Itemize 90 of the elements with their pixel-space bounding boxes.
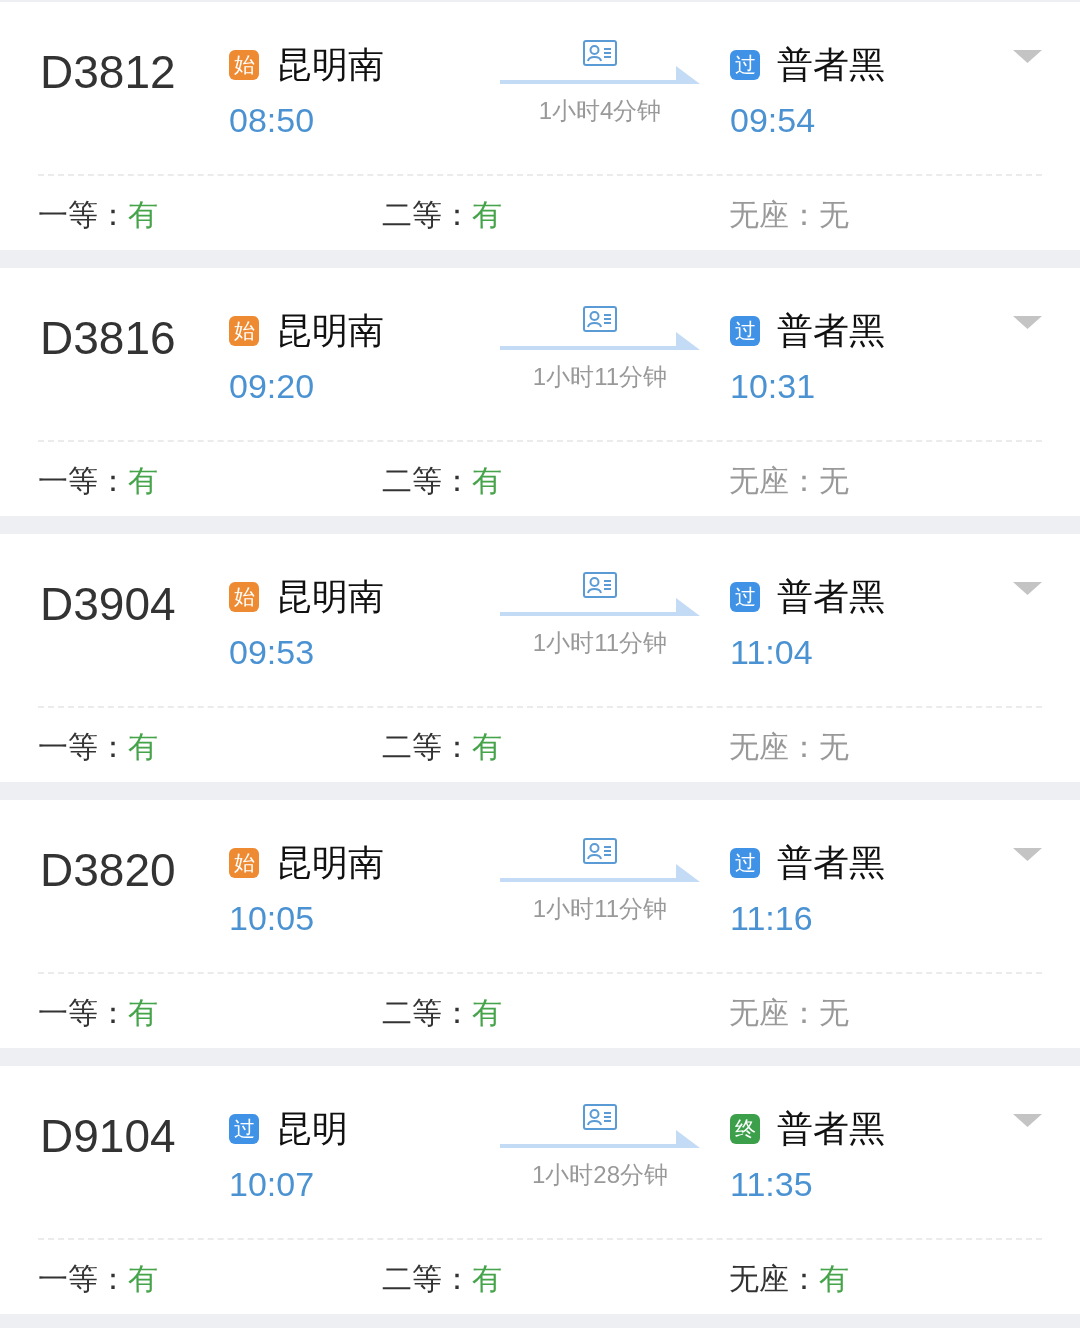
caret-icon[interactable] — [1013, 1114, 1042, 1127]
caret-icon[interactable] — [1013, 50, 1042, 63]
seat-class-label: 一等： — [38, 1261, 128, 1297]
seat-availability: 有 — [472, 995, 502, 1031]
duration-text: 1小时11分钟 — [532, 363, 668, 391]
seat-class-label: 一等： — [38, 995, 128, 1031]
seat-class-label: 无座： — [729, 463, 819, 499]
station-name: 昆明南 — [276, 311, 384, 351]
seat-class-label: 二等： — [382, 1261, 472, 1297]
arrow-icon — [500, 598, 700, 616]
train-number: D3820 — [40, 844, 176, 896]
seat-class-label: 二等： — [382, 197, 472, 233]
seat-class-label: 无座： — [729, 995, 819, 1031]
station-type-badge: 过 — [229, 1114, 259, 1144]
id-card-icon — [583, 1104, 617, 1130]
departure-time: 09:20 — [229, 366, 315, 406]
seat-class-label: 二等： — [382, 729, 472, 765]
station-name: 普者黑 — [777, 1109, 885, 1149]
caret-icon[interactable] — [1013, 582, 1042, 595]
station-type-badge: 过 — [730, 50, 760, 80]
arrival-time: 11:35 — [730, 1164, 813, 1204]
station-name: 普者黑 — [777, 843, 885, 883]
departure-time: 10:07 — [229, 1164, 315, 1204]
id-card-icon — [583, 572, 617, 598]
station-name: 昆明 — [276, 1109, 348, 1149]
station-name: 普者黑 — [777, 45, 885, 85]
train-number: D3812 — [40, 46, 176, 98]
seat-availability: 有 — [128, 463, 158, 499]
seat-class-label: 一等： — [38, 463, 128, 499]
arrow-icon — [500, 66, 700, 84]
seat-availability: 有 — [819, 1261, 849, 1297]
arrow-icon — [500, 332, 700, 350]
duration-text: 1小时11分钟 — [532, 629, 668, 657]
seat-class-label: 无座： — [729, 197, 819, 233]
arrow-icon — [500, 864, 700, 882]
seat-availability: 有 — [472, 197, 502, 233]
seat-class-label: 无座： — [729, 729, 819, 765]
seat-availability: 有 — [472, 1261, 502, 1297]
caret-icon[interactable] — [1013, 848, 1042, 861]
id-card-icon — [583, 306, 617, 332]
train-number: D3904 — [40, 578, 176, 630]
station-type-badge: 始 — [229, 50, 259, 80]
departure-time: 10:05 — [229, 898, 315, 938]
station-type-badge: 过 — [730, 316, 760, 346]
arrival-time: 11:16 — [730, 898, 813, 938]
station-name: 昆明南 — [276, 45, 384, 85]
station-type-badge: 始 — [229, 848, 259, 878]
arrow-icon — [500, 1130, 700, 1148]
departure-time: 09:53 — [229, 632, 315, 672]
train-number: D9104 — [40, 1110, 176, 1162]
arrival-time: 09:54 — [730, 100, 816, 140]
seat-availability: 有 — [128, 197, 158, 233]
departure-time: 08:50 — [229, 100, 315, 140]
seat-class-label: 无座： — [729, 1261, 819, 1297]
arrival-time: 10:31 — [730, 366, 816, 406]
station-type-badge: 始 — [229, 316, 259, 346]
seat-availability: 无 — [819, 995, 849, 1031]
seat-availability: 无 — [819, 729, 849, 765]
seat-availability: 无 — [819, 197, 849, 233]
train-card[interactable]: D9104 过 昆明 10:07 1小时28分钟 终 普者黑 11:35 一等：有 二等：有 无座：有 — [0, 1066, 1080, 1314]
seat-availability: 有 — [128, 729, 158, 765]
seat-availability: 有 — [472, 729, 502, 765]
seat-availability: 有 — [128, 995, 158, 1031]
duration-text: 1小时28分钟 — [531, 1161, 668, 1189]
train-number: D3816 — [40, 312, 176, 364]
id-card-icon — [583, 838, 617, 864]
station-type-badge: 始 — [229, 582, 259, 612]
station-name: 昆明南 — [276, 577, 384, 617]
seat-class-label: 一等： — [38, 197, 128, 233]
train-card[interactable]: D3812 始 昆明南 08:50 1小时4分钟 过 普者黑 09:54 一等：有 二等：有 无座：无 — [0, 2, 1080, 250]
seat-availability: 无 — [819, 463, 849, 499]
station-name: 普者黑 — [777, 311, 885, 351]
station-type-badge: 过 — [730, 582, 760, 612]
train-card[interactable]: D3820 始 昆明南 10:05 1小时11分钟 过 普者黑 11:16 一等：有 二等：有 无座：无 — [0, 800, 1080, 1048]
train-card[interactable]: D3904 始 昆明南 09:53 1小时11分钟 过 普者黑 11:04 一等：有 二等：有 无座：无 — [0, 534, 1080, 782]
station-type-badge: 过 — [730, 848, 760, 878]
seat-class-label: 二等： — [382, 463, 472, 499]
caret-icon[interactable] — [1013, 316, 1042, 329]
station-name: 普者黑 — [777, 577, 885, 617]
duration-text: 1小时11分钟 — [532, 895, 668, 923]
seat-class-label: 一等： — [38, 729, 128, 765]
seat-class-label: 二等： — [382, 995, 472, 1031]
id-card-icon — [583, 40, 617, 66]
duration-text: 1小时4分钟 — [538, 97, 662, 125]
seat-availability: 有 — [128, 1261, 158, 1297]
train-card[interactable]: D3816 始 昆明南 09:20 1小时11分钟 过 普者黑 10:31 一等：有 二等：有 无座：无 — [0, 268, 1080, 516]
seat-availability: 有 — [472, 463, 502, 499]
station-name: 昆明南 — [276, 843, 384, 883]
arrival-time: 11:04 — [730, 632, 813, 672]
station-type-badge: 终 — [730, 1114, 760, 1144]
